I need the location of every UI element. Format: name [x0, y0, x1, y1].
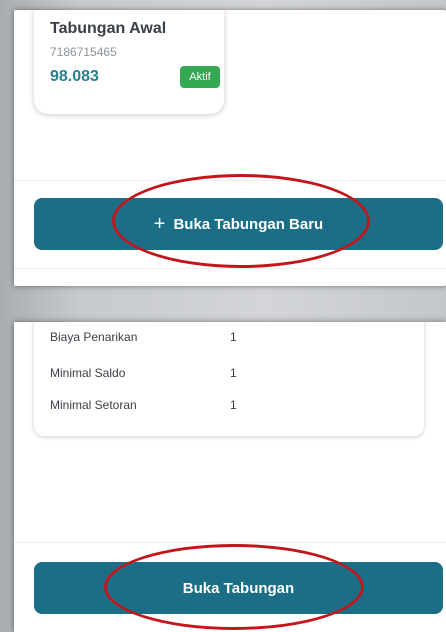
- detail-value: 1: [230, 330, 237, 344]
- detail-row-minimum-balance: Minimal Saldo 1: [50, 366, 237, 380]
- open-new-savings-label: Buka Tabungan Baru: [173, 215, 324, 233]
- account-number: 7186715465: [50, 45, 117, 59]
- detail-label: Minimal Saldo: [50, 366, 126, 380]
- plus-icon: +: [153, 212, 166, 235]
- detail-value: 1: [230, 398, 237, 412]
- account-card[interactable]: Tabungan Awal 7186715465 98.083 Aktif: [34, 10, 224, 114]
- detail-value: 1: [230, 366, 237, 380]
- account-title: Tabungan Awal: [50, 20, 167, 37]
- open-savings-screen: Biaya Penarikan 1 Minimal Saldo 1 Minima…: [14, 322, 446, 632]
- open-savings-label: Buka Tabungan: [182, 579, 295, 597]
- divider: [14, 180, 446, 181]
- detail-label: Minimal Setoran: [50, 398, 137, 412]
- divider: [14, 542, 446, 543]
- detail-row-withdrawal-fee: Biaya Penarikan 1: [50, 330, 237, 344]
- open-new-savings-button[interactable]: + Buka Tabungan Baru: [34, 198, 443, 250]
- savings-details-card: Biaya Penarikan 1 Minimal Saldo 1 Minima…: [34, 322, 424, 436]
- new-account-screen: Tabungan Awal 7186715465 98.083 Aktif + …: [14, 10, 446, 286]
- detail-row-minimum-deposit: Minimal Setoran 1: [50, 398, 237, 412]
- open-savings-button[interactable]: Buka Tabungan: [34, 562, 443, 614]
- account-balance: 98.083: [50, 68, 99, 85]
- divider: [14, 268, 446, 269]
- detail-label: Biaya Penarikan: [50, 330, 138, 344]
- status-badge: Aktif: [180, 66, 220, 88]
